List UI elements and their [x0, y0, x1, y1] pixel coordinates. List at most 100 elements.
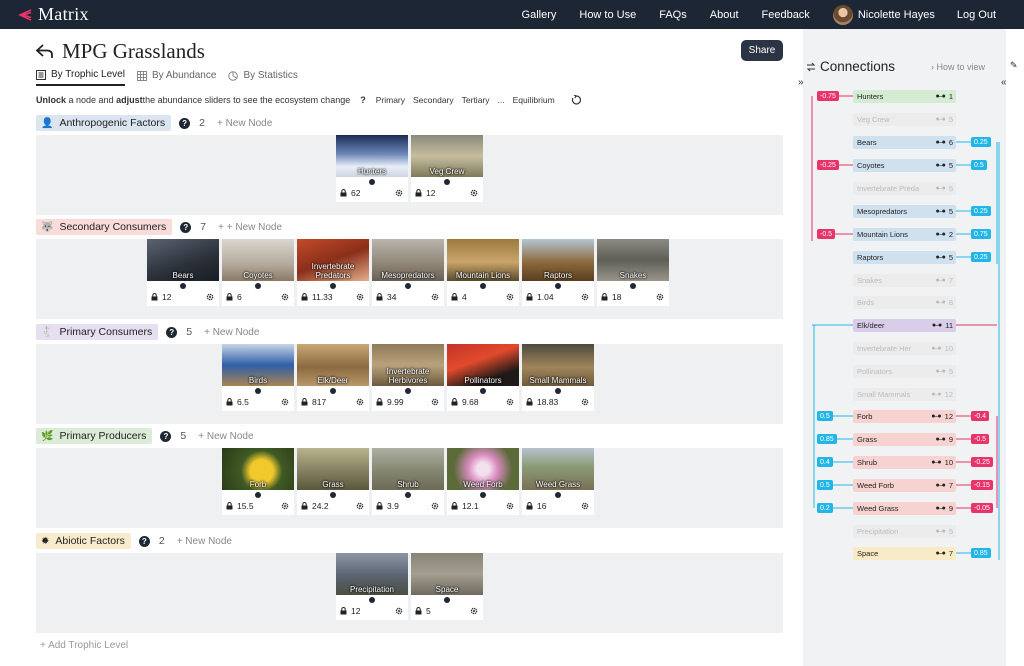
settings-icon[interactable]	[431, 502, 439, 510]
node-card[interactable]: Hunters 62	[336, 135, 408, 202]
level-more[interactable]: ...	[498, 95, 505, 105]
settings-icon[interactable]	[581, 502, 589, 510]
lock-icon[interactable]	[526, 502, 533, 510]
slider-handle[interactable]	[330, 283, 336, 289]
slider-handle[interactable]	[255, 283, 261, 289]
lock-icon[interactable]	[226, 293, 233, 301]
node-card[interactable]: Snakes 18	[597, 239, 669, 306]
abundance-slider[interactable]	[222, 281, 294, 290]
section-label[interactable]: 🐺 Secondary Consumers	[36, 219, 173, 235]
help-icon[interactable]: ?	[138, 535, 150, 547]
node-card[interactable]: Pollinators 9.68	[447, 344, 519, 411]
weight-badge[interactable]: 0.25	[971, 137, 991, 147]
weight-badge[interactable]: 0.5	[817, 480, 833, 490]
lock-icon[interactable]	[301, 398, 308, 406]
settings-icon[interactable]	[395, 607, 403, 615]
nav-faqs[interactable]: FAQs	[659, 9, 687, 21]
settings-icon[interactable]	[470, 189, 478, 197]
slider-handle[interactable]	[480, 283, 486, 289]
lock-icon[interactable]	[301, 293, 308, 301]
weight-badge[interactable]: -0.5	[971, 434, 990, 444]
settings-icon[interactable]	[281, 293, 289, 301]
abundance-slider[interactable]	[522, 490, 594, 499]
section-label[interactable]: ✹ Abiotic Factors	[36, 533, 131, 549]
connection-node[interactable]: Grass ●–● 9	[853, 433, 956, 446]
node-card[interactable]: Grass 24.2	[297, 448, 369, 515]
node-card[interactable]: Forb 15.5	[222, 448, 294, 515]
lock-icon[interactable]	[451, 502, 458, 510]
node-card[interactable]: Birds 6.5	[222, 344, 294, 411]
abundance-slider[interactable]	[297, 281, 369, 290]
node-card[interactable]: Veg Crew 12	[411, 135, 483, 202]
lock-icon[interactable]	[451, 293, 458, 301]
help-icon[interactable]: ?	[160, 430, 172, 442]
lock-icon[interactable]	[451, 398, 458, 406]
connection-node[interactable]: Elk/deer ●–● 11	[853, 319, 956, 332]
node-card[interactable]: Invertebrate Herbivores 9.99	[372, 344, 444, 411]
help-icon[interactable]: ?	[166, 326, 178, 338]
new-node-button[interactable]: + New Node	[177, 536, 232, 547]
abundance-slider[interactable]	[222, 490, 294, 499]
slider-handle[interactable]	[405, 492, 411, 498]
slider-handle[interactable]	[330, 388, 336, 394]
abundance-slider[interactable]	[447, 281, 519, 290]
slider-handle[interactable]	[555, 492, 561, 498]
weight-badge[interactable]: 0.5	[817, 411, 833, 421]
connection-node[interactable]: Mesopredators ●–● 5	[853, 205, 956, 218]
connection-node[interactable]: Shrub ●–● 10	[853, 456, 956, 469]
slider-handle[interactable]	[444, 179, 450, 185]
abundance-slider[interactable]	[336, 595, 408, 604]
add-trophic-level-button[interactable]: + Add Trophic Level	[40, 640, 128, 651]
node-card[interactable]: Bears 12	[147, 239, 219, 306]
lock-icon[interactable]	[415, 607, 422, 615]
edit-icon[interactable]: ✎	[1010, 60, 1018, 71]
slider-handle[interactable]	[255, 492, 261, 498]
connection-node[interactable]: Small Mammals ●–● 12	[853, 388, 956, 401]
nav-about[interactable]: About	[710, 9, 739, 21]
new-node-button[interactable]: + New Node	[217, 118, 272, 129]
weight-badge[interactable]: -0.4	[971, 411, 990, 421]
nav-how-to-use[interactable]: How to Use	[579, 9, 636, 21]
lock-icon[interactable]	[601, 293, 608, 301]
level-tertiary[interactable]: Tertiary	[462, 95, 490, 105]
connection-node[interactable]: Pollinators ●–● 5	[853, 365, 956, 378]
settings-icon[interactable]	[431, 398, 439, 406]
settings-icon[interactable]	[431, 293, 439, 301]
connection-node[interactable]: Raptors ●–● 5	[853, 251, 956, 264]
connection-node[interactable]: Snakes ●–● 7	[853, 274, 956, 287]
share-button[interactable]: Share	[741, 40, 783, 61]
connection-node[interactable]: Space ●–● 7	[853, 547, 956, 560]
section-label[interactable]: 👤 Anthropogenic Factors	[36, 115, 172, 131]
node-card[interactable]: Small Mammals 18.83	[522, 344, 594, 411]
node-card[interactable]: Space 5	[411, 553, 483, 620]
connection-node[interactable]: Bears ●–● 6	[853, 136, 956, 149]
settings-icon[interactable]	[356, 502, 364, 510]
weight-badge[interactable]: 0.5	[971, 160, 987, 170]
brand-logo[interactable]: Matrix	[18, 4, 89, 25]
tab-by-statistics[interactable]: By Statistics	[228, 69, 298, 86]
logout-link[interactable]: Log Out	[957, 9, 996, 21]
lock-icon[interactable]	[376, 293, 383, 301]
settings-icon[interactable]	[356, 293, 364, 301]
settings-icon[interactable]	[281, 398, 289, 406]
abundance-slider[interactable]	[372, 386, 444, 395]
abundance-slider[interactable]	[447, 386, 519, 395]
abundance-slider[interactable]	[411, 177, 483, 186]
connection-node[interactable]: Weed Grass ●–● 9	[853, 502, 956, 515]
settings-icon[interactable]	[656, 293, 664, 301]
nav-gallery[interactable]: Gallery	[522, 9, 557, 21]
section-label[interactable]: 🌿 Primary Producers	[36, 428, 153, 444]
connection-node[interactable]: Forb ●–● 12	[853, 410, 956, 423]
abundance-slider[interactable]	[222, 386, 294, 395]
node-card[interactable]: Mountain Lions 4	[447, 239, 519, 306]
abundance-slider[interactable]	[372, 490, 444, 499]
lock-icon[interactable]	[415, 189, 422, 197]
weight-badge[interactable]: 0.85	[817, 434, 837, 444]
abundance-slider[interactable]	[147, 281, 219, 290]
slider-handle[interactable]	[555, 388, 561, 394]
connection-node[interactable]: Invertebrate Her ●–● 10	[853, 342, 956, 355]
weight-badge[interactable]: -0.05	[971, 503, 993, 513]
lock-icon[interactable]	[340, 189, 347, 197]
level-equilibrium[interactable]: Equilibrium	[513, 95, 555, 105]
abundance-slider[interactable]	[372, 281, 444, 290]
